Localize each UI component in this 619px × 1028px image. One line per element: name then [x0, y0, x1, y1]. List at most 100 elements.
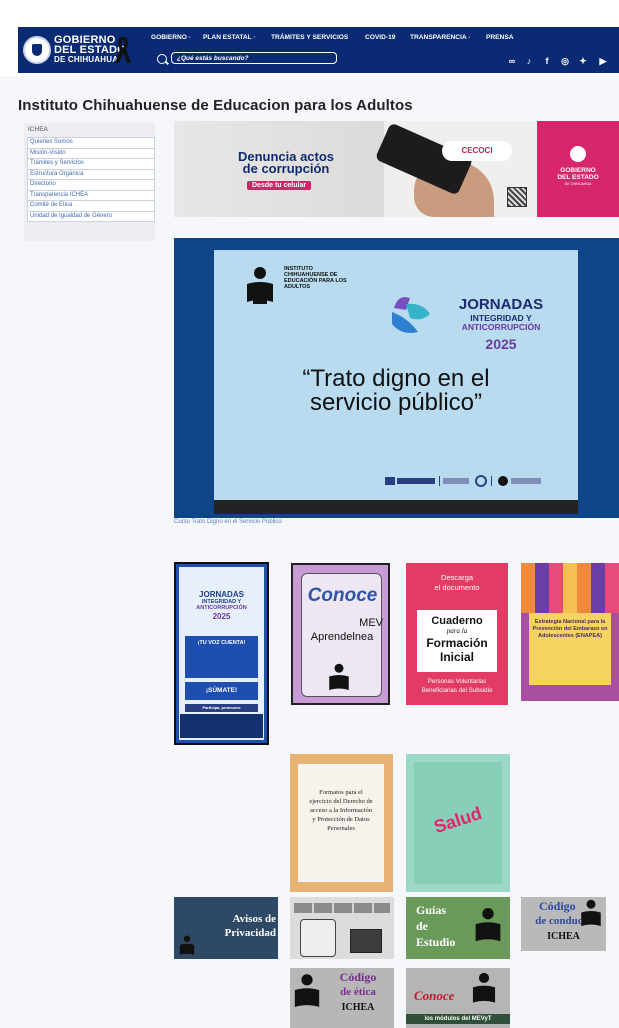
comic-figure-image [300, 919, 336, 957]
sidebar-item-directorio[interactable]: Directorio [28, 180, 154, 191]
tile-cuaderno-formacion[interactable]: Descarga el documento Cuaderno para la F… [406, 563, 508, 705]
banner-brand-text: GOBIERNO DEL ESTADO [540, 167, 616, 181]
etica-label-3: ICHEA [341, 1002, 375, 1013]
banner-cta-badge: Desde tu celular [247, 181, 312, 190]
cecoci-badge: CECOCI [442, 141, 512, 161]
tile-avisos-privacidad[interactable]: Avisos de Privacidad [174, 897, 278, 959]
tile-formatos-acceso[interactable]: Formatos para el ejercicio del Derecho d… [290, 754, 393, 892]
link-icon[interactable]: ∞ [507, 56, 517, 66]
nav-plan-estatal[interactable]: PLAN ESTATAL · [203, 34, 256, 41]
video-caption-link[interactable]: Curso Trato Digno en el Servicio Público [174, 519, 282, 525]
tile-salud[interactable]: Salud [406, 754, 510, 892]
nav-prensa[interactable]: PRENSA [486, 34, 513, 41]
cuaderno-bottom-2: Beneficiarias del Subsidio [421, 687, 493, 694]
tile-codigo-conducta[interactable]: Código de conducta ICHEA [521, 897, 606, 951]
nav-gobierno[interactable]: GOBIERNO · [151, 34, 191, 41]
youtube-icon[interactable]: ▶ [598, 56, 608, 67]
banner-headline: Denuncia actos de corrupción [226, 150, 346, 176]
jornadas-year: 2025 [485, 336, 517, 352]
reader-icon [179, 935, 195, 955]
video-quote-line-2: servicio público” [309, 389, 483, 416]
banner-brand-line-1: GOBIERNO [560, 167, 596, 174]
instagram-icon[interactable]: ◎ [560, 56, 570, 67]
avisos-label-2: Privacidad [224, 927, 276, 939]
comic-monitor-image [350, 929, 382, 953]
jornadas-title: JORNADAS [458, 296, 544, 313]
corruption-report-banner[interactable]: Denuncia actos de corrupción Desde tu ce… [174, 121, 619, 217]
banner-brand-subtext: DE CHIHUAHUA [564, 182, 592, 186]
hands-icon [392, 297, 430, 333]
poster-year: 2025 [212, 612, 231, 621]
nav-transparencia[interactable]: TRANSPARENCIA · [410, 34, 470, 41]
sidebar-item-igualdad-genero[interactable]: Unidad de Igualdad de Género [28, 212, 154, 222]
etica-label-2: de ética [340, 986, 376, 998]
tile-conoce-modulos-mevyt[interactable]: Conoce los módulos del MEVyT [406, 968, 510, 1028]
poster-title: JORNADAS [199, 590, 244, 599]
reader-icon [472, 972, 496, 1003]
mev-aprende-label: Aprendelnea [310, 631, 374, 643]
conducta-label-1: Código [539, 899, 576, 913]
tile-conoce-mev[interactable]: Conoce MEV Aprendelnea [291, 563, 390, 705]
partner-logos [385, 475, 541, 487]
etica-label-1: Código [339, 970, 377, 984]
cuaderno-top-2: el documento [434, 583, 480, 592]
cuaderno-bottom-1: Personas Voluntarias [427, 678, 487, 685]
reader-logo-icon [247, 267, 273, 304]
tiktok-icon[interactable]: ♪ [524, 56, 534, 66]
poster-vote-box: ¡TU VOZ CUENTA! [185, 636, 258, 678]
tile-aviso-comic[interactable] [290, 897, 394, 959]
nav-tramites[interactable]: TRÁMITES Y SERVICIOS [271, 34, 348, 41]
poster-subtitle-2: ANTICORRUPCIÓN [196, 605, 247, 611]
logo-line-3: DE CHIHUAHUA [54, 55, 119, 64]
reader-icon [475, 907, 501, 942]
jornadas-subtitle-line-2: ANTICORRUPCIÓN [461, 322, 541, 332]
comic-text-lines [294, 903, 390, 913]
avisos-label-1: Avisos de [232, 913, 277, 925]
state-seal-icon [570, 146, 586, 162]
mev-label: MEV [359, 617, 383, 629]
video-quote: “Trato digno en el servicio público” [230, 367, 562, 415]
facebook-icon[interactable]: f [542, 56, 552, 66]
video-quote-line-1: “Trato digno en el [302, 365, 490, 392]
banner-headline-line-2: de corrupción [242, 161, 330, 176]
sidebar-item-mision-vision[interactable]: Misión-Visión [28, 149, 154, 159]
sidebar-header: ICHEA [28, 126, 48, 133]
conducta-label-3: ICHEA [547, 931, 580, 942]
formatos-text: Formatos para el ejercicio del Derecho d… [309, 789, 373, 832]
sidebar-item-transparencia[interactable]: Transparencia ICHEA [28, 191, 154, 201]
poster-sumate-box: ¡SÚMATE! [185, 682, 258, 700]
reader-icon [581, 899, 601, 926]
guias-label-3: Estudio [416, 935, 456, 949]
sidebar-item-tramites[interactable]: Trámites y Servicios [28, 159, 154, 170]
mev-conoce-label: Conoce [307, 585, 378, 606]
cuaderno-title-2: para la [446, 627, 468, 635]
tile-estrategia-enapea[interactable]: Estrategia Nacional para la Prevención d… [521, 563, 619, 701]
sidebar-item-comite-etica[interactable]: Comité de Ética [28, 201, 154, 212]
tile-guias-estudio[interactable]: Guías de Estudio [406, 897, 510, 959]
guias-label-1: Guías [416, 903, 447, 917]
jornadas-subtitle: INTEGRIDAD Y ANTICORRUPCIÓN [446, 314, 556, 332]
institute-line-4: ADULTOS [284, 284, 311, 290]
modulos-label-2: los módulos del MEVyT [406, 1014, 510, 1024]
reader-icon [294, 974, 320, 1007]
search-input[interactable] [171, 52, 337, 64]
search-icon[interactable] [157, 54, 167, 64]
cuaderno-title-4: Inicial [439, 650, 474, 664]
sidebar-item-estructura[interactable]: Estructura Orgánica [28, 170, 154, 180]
tile-jornadas-poster[interactable]: JORNADAS INTEGRIDAD Y ANTICORRUPCIÓN 202… [174, 562, 269, 745]
nav-covid[interactable]: COVID-19 [365, 34, 395, 41]
cuaderno-title-3: Formación [426, 636, 488, 650]
video-control-bar[interactable] [214, 500, 578, 514]
tile-codigo-etica[interactable]: Código de ética ICHEA [290, 968, 394, 1028]
state-seal-icon [23, 36, 51, 64]
twitter-icon[interactable]: ✦ [578, 56, 588, 67]
banner-brand-line-2: DEL ESTADO [557, 174, 599, 181]
sidebar-item-quienes-somos[interactable]: Quienes Somos [28, 138, 154, 149]
reader-icon [329, 663, 349, 690]
qr-code-icon [507, 187, 527, 207]
enapea-text: Estrategia Nacional para la Prevención d… [532, 619, 608, 639]
gobierno-logo[interactable]: GOBIERNO DEL ESTADO DE CHIHUAHUA [18, 27, 138, 73]
institute-name: INSTITUTO CHIHUAHUENSE DE EDUCACIÓN PARA… [284, 266, 404, 290]
sidebar-menu: Quienes Somos Misión-Visión Trámites y S… [27, 137, 155, 222]
poster-participa: Participa, promueve [185, 704, 258, 712]
